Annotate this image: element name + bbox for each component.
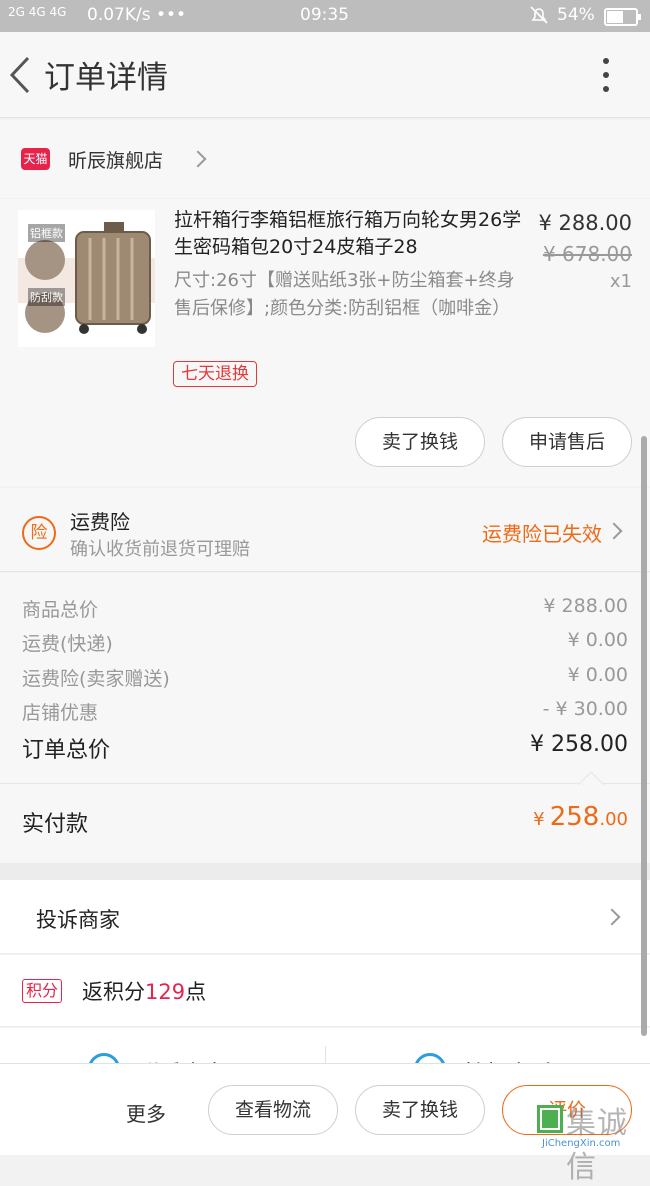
product-title[interactable]: 拉杆箱行李箱铝框旅行箱万向轮女男26学生密码箱包20寸24皮箱子28 (174, 207, 524, 261)
store-name[interactable]: 昕辰旗舰店 (68, 146, 163, 173)
battery-percent: 54% (557, 5, 595, 25)
chevron-right-icon (603, 908, 621, 926)
app-header: 订单详情 (0, 32, 650, 118)
mute-bell-icon (528, 4, 550, 31)
cost-label-discount: 店铺优惠 (22, 702, 99, 724)
bottom-action-bar: 更多 查看物流 卖了换钱 评价 集诚信 JiChengXin.com (0, 1063, 650, 1185)
points-suffix: 点 (185, 980, 207, 1004)
cost-value-insurance: ¥ 0.00 (567, 664, 628, 686)
shipping-insurance-row[interactable]: 险 运费险 确认收货前退货可理赔 运费险已失效 (0, 488, 650, 572)
product-price: ¥ 288.00 (538, 211, 632, 235)
insurance-title: 运费险 (70, 510, 130, 534)
watermark-logo: 集诚信 JiChengXin.com (536, 1098, 644, 1185)
points-text: 返积分129点 (82, 976, 206, 1006)
paid-currency: ¥ (533, 809, 545, 830)
original-price: ¥ 678.00 (542, 242, 632, 266)
section-divider (0, 863, 650, 880)
paid-row: 实付款 ¥ 258.00 (0, 772, 650, 863)
back-arrow-icon[interactable] (8, 56, 32, 94)
network-speed: 0.07K/s ••• (87, 5, 187, 25)
page-title: 订单详情 (44, 60, 168, 96)
caret-up-icon (578, 772, 604, 785)
view-logistics-button[interactable]: 查看物流 (208, 1085, 338, 1135)
signal-indicator: 2G 4G 4G (8, 5, 67, 19)
points-number: 129 (145, 980, 186, 1004)
cost-breakdown: 商品总价 ¥ 288.00 运费(快递) ¥ 0.00 运费险(卖家赠送) ¥ … (0, 573, 650, 863)
chevron-right-icon (605, 522, 623, 540)
product-card: 铝框款 防刮款 拉杆箱行李箱铝框旅行箱万向轮女男26学生密码箱包20寸24皮箱子… (0, 199, 650, 486)
clock: 09:35 (300, 5, 349, 25)
complain-label: 投诉商家 (36, 908, 120, 932)
cost-label-goods: 商品总价 (22, 599, 99, 621)
points-badge: 积分 (22, 979, 63, 1003)
cost-label-shipping: 运费(快递) (22, 633, 113, 655)
complain-merchant-row[interactable]: 投诉商家 (0, 880, 650, 954)
sell-for-cash-button-bottom[interactable]: 卖了换钱 (355, 1085, 485, 1135)
cost-value-discount: - ¥ 30.00 (542, 698, 628, 720)
insurance-subtitle: 确认收货前退货可理赔 (70, 539, 250, 560)
thumb-label-2: 防刮款 (28, 288, 65, 306)
product-spec: 尺寸:26寸【赠送贴纸3张+防尘箱套+终身售后保修】;颜色分类:防刮铝框（咖啡金… (174, 270, 515, 319)
paid-label: 实付款 (22, 812, 89, 837)
battery-icon (604, 8, 642, 31)
order-total-value: ¥ 258.00 (530, 732, 628, 757)
insurance-status: 运费险已失效 (482, 522, 602, 546)
insurance-icon: 险 (22, 516, 56, 550)
sell-for-cash-button[interactable]: 卖了换钱 (355, 417, 485, 467)
cost-label-insurance: 运费险(卖家赠送) (22, 668, 170, 690)
chevron-right-icon (189, 150, 207, 168)
points-row: 积分 返积分129点 (0, 955, 650, 1027)
product-thumbnail[interactable]: 铝框款 防刮款 (18, 210, 155, 347)
return-policy-tag: 七天退换 (173, 361, 257, 387)
paid-decimal: .00 (599, 809, 628, 830)
order-total-label: 订单总价 (22, 738, 111, 763)
contact-row: 联系卖家 拨打电话 (0, 1028, 650, 1068)
cost-value-goods: ¥ 288.00 (543, 595, 628, 617)
watermark-url: JiChengXin.com (542, 1138, 621, 1149)
quantity: x1 (609, 271, 632, 292)
points-prefix: 返积分 (82, 980, 145, 1004)
scrollbar[interactable] (641, 436, 647, 1036)
more-button[interactable]: 更多 (126, 1098, 166, 1127)
after-sale-button[interactable]: 申请售后 (502, 417, 632, 467)
paid-amount: ¥ 258.00 (533, 802, 628, 832)
paid-integer: 258 (549, 802, 600, 832)
status-bar: 2G 4G 4G 0.07K/s ••• 09:35 54% (0, 0, 650, 32)
more-vertical-icon[interactable] (596, 58, 616, 98)
tmall-badge: 天猫 (21, 148, 50, 170)
cost-value-shipping: ¥ 0.00 (567, 629, 628, 651)
store-row[interactable]: 天猫 昕辰旗舰店 (0, 120, 650, 198)
thumb-label-1: 铝框款 (28, 224, 65, 242)
